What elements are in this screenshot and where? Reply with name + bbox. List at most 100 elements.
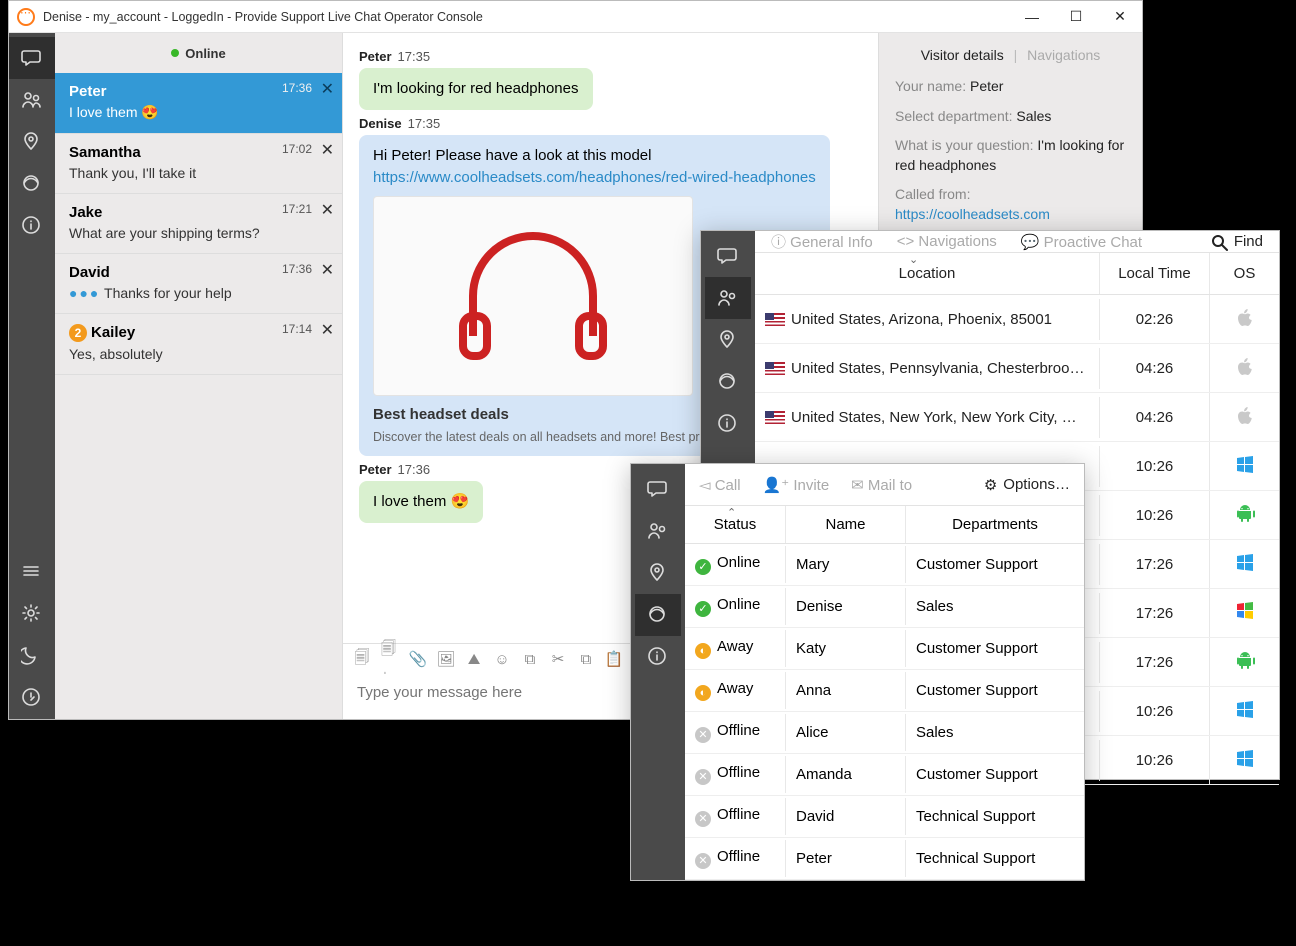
people-icon[interactable] <box>9 79 55 121</box>
preview-image <box>373 196 693 396</box>
chart-icon[interactable]: ⛰ <box>465 650 483 668</box>
sort-caret-icon[interactable]: ⌄ <box>909 253 918 266</box>
col-name[interactable]: Name <box>785 506 905 543</box>
snippet-icon[interactable]: ⧉ <box>521 650 539 668</box>
minimize-button[interactable]: — <box>1010 1 1054 33</box>
sort-caret-icon[interactable]: ⌃ <box>727 506 736 519</box>
gear-icon[interactable] <box>9 593 55 635</box>
emoji-icon[interactable]: ☺ <box>493 650 511 668</box>
product-link[interactable]: https://www.coolheadsets.com/headphones/… <box>373 169 816 186</box>
operators-iconbar <box>631 464 685 880</box>
options-button[interactable]: ⚙ Options… <box>984 476 1070 494</box>
operator-row[interactable]: ◐AwayKatyCustomer Support <box>685 628 1084 670</box>
call-button[interactable]: ◅ Call <box>699 476 741 494</box>
visitor-row[interactable]: United States, Pennsylvania, Chesterbroo… <box>755 344 1279 393</box>
cut-icon[interactable]: ✂ <box>549 650 567 668</box>
os-icon <box>1209 540 1279 588</box>
os-icon <box>1209 295 1279 343</box>
conversation-snippet: Thank you, I'll take it <box>69 165 328 181</box>
mailto-button[interactable]: ✉ Mail to <box>851 476 912 494</box>
status-dot-icon <box>171 49 179 57</box>
conversation-item[interactable]: 2Kailey Yes, absolutely 17:14 ✕ <box>55 314 342 375</box>
night-icon[interactable] <box>9 635 55 677</box>
tab-general-info[interactable]: ⓘ General Info <box>771 231 873 252</box>
conversation-time: 17:36 <box>282 81 312 95</box>
conversation-item[interactable]: Samantha Thank you, I'll take it 17:02 ✕ <box>55 134 342 194</box>
operator-row[interactable]: ✕OfflineDavidTechnical Support <box>685 796 1084 838</box>
chats-icon[interactable] <box>9 37 55 79</box>
col-local-time[interactable]: Local Time <box>1099 253 1209 294</box>
operator-department: Sales <box>905 588 1084 625</box>
left-iconbar <box>9 33 55 719</box>
chats-icon[interactable] <box>635 468 681 510</box>
info-icon[interactable] <box>9 205 55 247</box>
close-button[interactable]: ✕ <box>1098 1 1142 33</box>
called-from-link[interactable]: https://coolheadsets.com <box>895 206 1050 222</box>
col-os[interactable]: OS <box>1209 253 1279 294</box>
col-location[interactable]: Location <box>755 253 1099 294</box>
people-icon[interactable] <box>635 510 681 552</box>
people-icon[interactable] <box>705 277 751 319</box>
visitor-local-time: 04:26 <box>1099 397 1209 438</box>
paste-icon[interactable]: 📋 <box>605 650 623 668</box>
maximize-button[interactable]: ☐ <box>1054 1 1098 33</box>
conversation-item[interactable]: David ●●● Thanks for your help 17:36 ✕ <box>55 254 342 314</box>
visitor-message: I'm looking for red headphones <box>359 68 593 110</box>
location-icon[interactable] <box>9 121 55 163</box>
os-icon <box>1209 736 1279 784</box>
conversation-time: 17:14 <box>282 322 312 336</box>
conversation-time: 17:36 <box>282 262 312 276</box>
menu-icon[interactable] <box>9 551 55 593</box>
flag-icon <box>765 411 785 424</box>
operator-department: Customer Support <box>905 672 1084 709</box>
conversation-item[interactable]: Jake What are your shipping terms? 17:21… <box>55 194 342 254</box>
operator-row[interactable]: ✕OfflinePeterTechnical Support <box>685 838 1084 880</box>
close-conversation-icon[interactable]: ✕ <box>321 200 334 220</box>
location-icon[interactable] <box>705 319 751 361</box>
os-icon <box>1209 393 1279 441</box>
tab-navigations[interactable]: <> Navigations <box>897 233 997 250</box>
info-icon[interactable] <box>705 403 751 445</box>
operator-status[interactable]: Online <box>55 33 342 73</box>
operator-row[interactable]: ✓OnlineMaryCustomer Support <box>685 544 1084 586</box>
close-conversation-icon[interactable]: ✕ <box>321 140 334 160</box>
visitor-local-time: 10:26 <box>1099 446 1209 487</box>
visitor-row[interactable]: United States, Arizona, Phoenix, 8500102… <box>755 295 1279 344</box>
flag-icon <box>765 313 785 326</box>
close-conversation-icon[interactable]: ✕ <box>321 320 334 340</box>
visitor-row[interactable]: United States, New York, New York City, … <box>755 393 1279 442</box>
info-icon[interactable] <box>635 636 681 678</box>
operator-row[interactable]: ✕OfflineAliceSales <box>685 712 1084 754</box>
conversation-snippet: What are your shipping terms? <box>69 225 328 241</box>
typing-icon: ●●● <box>69 285 100 301</box>
conversation-item[interactable]: Peter I love them 😍 17:36 ✕ <box>55 73 342 134</box>
find-button[interactable]: Find <box>1210 233 1263 251</box>
close-conversation-icon[interactable]: ✕ <box>321 79 334 99</box>
operator-row[interactable]: ✓OnlineDeniseSales <box>685 586 1084 628</box>
tab-proactive-chat[interactable]: 💬 Proactive Chat <box>1021 233 1142 251</box>
attach-icon[interactable]: 📎 <box>409 650 427 668</box>
orbit-icon[interactable] <box>635 594 681 636</box>
visitor-local-time: 04:26 <box>1099 348 1209 389</box>
details-tabs: Visitor details | Navigations <box>895 47 1126 63</box>
visitor-local-time: 17:26 <box>1099 593 1209 634</box>
operator-row[interactable]: ◐AwayAnnaCustomer Support <box>685 670 1084 712</box>
visitor-local-time: 10:26 <box>1099 495 1209 536</box>
location-icon[interactable] <box>635 552 681 594</box>
operator-row[interactable]: ✕OfflineAmandaCustomer Support <box>685 754 1084 796</box>
orbit-icon[interactable] <box>9 163 55 205</box>
os-icon <box>1209 442 1279 490</box>
image-icon[interactable]: 🖼 <box>437 650 455 668</box>
copy-icon[interactable]: ⧉ <box>577 650 595 668</box>
chats-icon[interactable] <box>705 235 751 277</box>
tab-visitor-details[interactable]: Visitor details <box>921 47 1004 63</box>
logout-icon[interactable] <box>9 677 55 719</box>
invite-button[interactable]: 👤⁺ Invite <box>763 476 830 494</box>
canned-icon[interactable]: 🗐 <box>353 650 371 668</box>
visitor-local-time: 10:26 <box>1099 740 1209 781</box>
add-canned-icon[interactable]: 🗐₊ <box>381 650 399 668</box>
col-departments[interactable]: Departments <box>905 506 1084 543</box>
close-conversation-icon[interactable]: ✕ <box>321 260 334 280</box>
tab-navigations[interactable]: Navigations <box>1027 47 1100 63</box>
orbit-icon[interactable] <box>705 361 751 403</box>
